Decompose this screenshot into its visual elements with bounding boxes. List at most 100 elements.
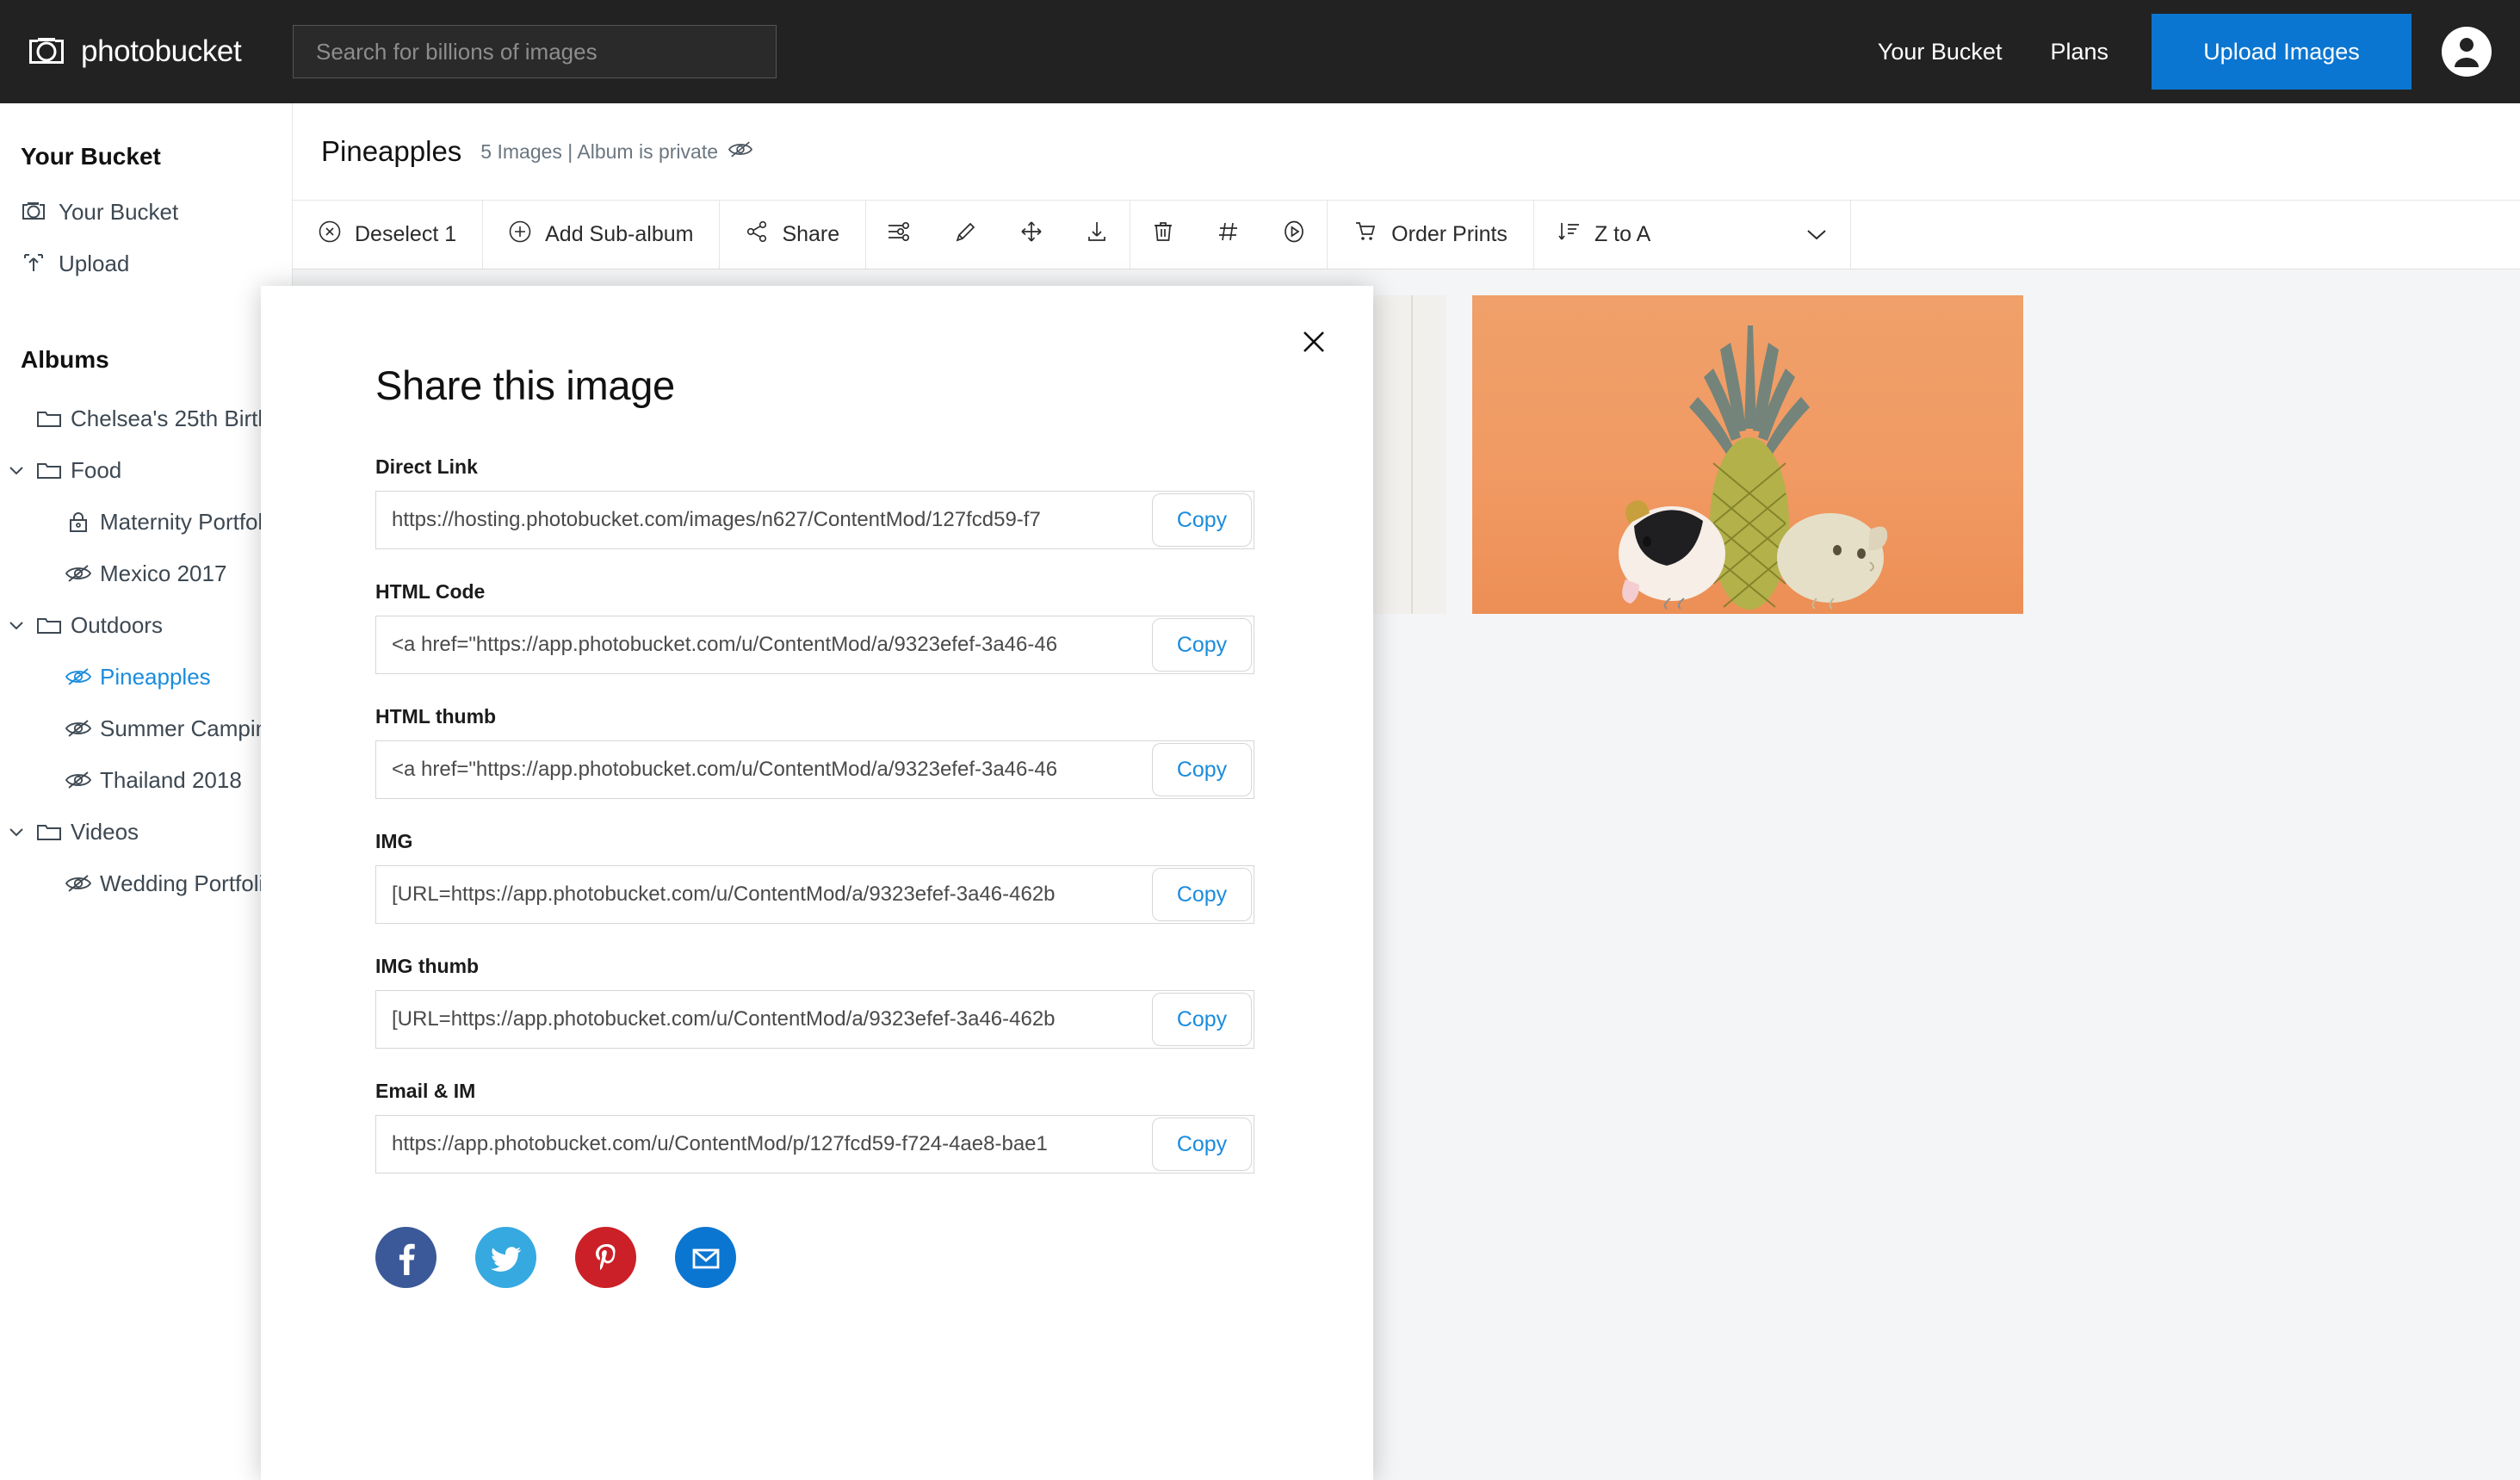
- eye-off-icon: [728, 140, 753, 164]
- sidebar-album-item[interactable]: Thailand 2018: [0, 754, 292, 806]
- copy-button[interactable]: Copy: [1152, 743, 1252, 796]
- move-button[interactable]: [999, 201, 1064, 269]
- tags-button[interactable]: [1196, 201, 1261, 269]
- circle-x-icon: [319, 220, 341, 249]
- copy-button[interactable]: Copy: [1152, 493, 1252, 547]
- share-field: IMG thumb Copy: [375, 955, 1263, 1049]
- eye-off-icon: [65, 767, 91, 793]
- photo-thumbnail[interactable]: [1472, 295, 2023, 614]
- toolbar-actions-group: [1130, 201, 1328, 269]
- sort-order-dropdown[interactable]: Z to A: [1534, 201, 1851, 269]
- close-icon[interactable]: [1296, 324, 1332, 360]
- album-meta: 5 Images | Album is private: [480, 140, 753, 164]
- share-button[interactable]: Share: [720, 201, 867, 269]
- user-avatar-icon: [2442, 27, 2492, 77]
- sidebar-album-item[interactable]: Chelsea's 25th Birth...: [0, 393, 292, 444]
- share-field-input[interactable]: [376, 991, 1254, 1048]
- share-field-box: Copy: [375, 990, 1254, 1049]
- share-field-label: IMG: [375, 830, 413, 852]
- folder-icon: [36, 612, 62, 638]
- modal-title: Share this image: [375, 362, 675, 408]
- upload-icon: [21, 251, 46, 276]
- email-share-icon[interactable]: [675, 1227, 736, 1288]
- chevron-down-icon[interactable]: [5, 619, 28, 631]
- sidebar-item-your-bucket[interactable]: Your Bucket: [0, 186, 292, 238]
- adjust-settings-button[interactable]: [866, 201, 933, 269]
- copy-button[interactable]: Copy: [1152, 618, 1252, 672]
- sidebar-album-item[interactable]: Wedding Portfolio: [0, 858, 292, 909]
- facebook-share-icon[interactable]: [375, 1227, 437, 1288]
- folder-icon: [36, 406, 62, 431]
- sidebar-album-label: Thailand 2018: [100, 766, 242, 793]
- share-field-input[interactable]: [376, 492, 1254, 548]
- deselect-button[interactable]: Deselect 1: [293, 201, 484, 269]
- copy-button[interactable]: Copy: [1152, 993, 1252, 1046]
- share-field-box: Copy: [375, 491, 1254, 549]
- search-container: [293, 25, 777, 78]
- sidebar-album-list: Chelsea's 25th Birth... Food Maternity Por…: [0, 393, 292, 909]
- sidebar-album-item[interactable]: Food: [0, 444, 292, 496]
- add-subalbum-button-label: Add Sub-album: [545, 222, 694, 246]
- nav-right-group: Your Bucket Plans Upload Images: [1854, 0, 2520, 103]
- sidebar-album-item[interactable]: Mexico 2017: [0, 548, 292, 599]
- share-field-input[interactable]: [376, 741, 1254, 798]
- album-toolbar: Deselect 1 Add Sub-album Share Order Pri…: [293, 201, 2520, 269]
- sidebar-album-item[interactable]: Summer Camping 2...: [0, 703, 292, 754]
- download-button[interactable]: [1064, 201, 1130, 269]
- shopping-cart-icon: [1353, 220, 1378, 250]
- slideshow-button[interactable]: [1261, 201, 1327, 269]
- folder-icon: [36, 819, 62, 845]
- sidebar-album-item[interactable]: Videos: [0, 806, 292, 858]
- sidebar-album-label: Chelsea's 25th Birth...: [71, 405, 289, 431]
- delete-button[interactable]: [1130, 201, 1196, 269]
- sidebar: Your Bucket Your Bucket Upload Albums Ch…: [0, 103, 293, 1480]
- edit-button[interactable]: [933, 201, 999, 269]
- share-field-input[interactable]: [376, 1116, 1254, 1173]
- copy-button[interactable]: Copy: [1152, 1118, 1252, 1171]
- twitter-share-icon[interactable]: [475, 1227, 536, 1288]
- pinterest-share-icon[interactable]: [575, 1227, 636, 1288]
- upload-images-button[interactable]: Upload Images: [2152, 14, 2412, 90]
- brand-logo[interactable]: photobucket: [26, 34, 284, 69]
- nav-link-your-bucket[interactable]: Your Bucket: [1854, 39, 2027, 65]
- toolbar-edit-group: [866, 201, 1131, 269]
- sidebar-item-upload[interactable]: Upload: [0, 238, 292, 289]
- eye-off-icon: [65, 560, 91, 586]
- move-icon: [1019, 220, 1043, 250]
- eye-off-icon: [65, 870, 91, 896]
- share-field-label: IMG thumb: [375, 955, 480, 977]
- deselect-button-label: Deselect 1: [355, 222, 457, 246]
- sliders-icon: [887, 220, 913, 249]
- sidebar-album-label: Mexico 2017: [100, 560, 227, 586]
- add-subalbum-button[interactable]: Add Sub-album: [483, 201, 721, 269]
- album-header: Pineapples 5 Images | Album is private: [293, 103, 2520, 201]
- search-input[interactable]: [293, 25, 777, 78]
- share-field-input[interactable]: [376, 616, 1254, 673]
- order-prints-button-label: Order Prints: [1391, 222, 1508, 246]
- thumbnail-image-3: [1472, 295, 2023, 614]
- sidebar-album-item[interactable]: Maternity Portfolio: [0, 496, 292, 548]
- top-navigation-bar: photobucket Your Bucket Plans Upload Ima…: [0, 0, 2520, 103]
- sidebar-item-label: Upload: [59, 250, 130, 276]
- order-prints-button[interactable]: Order Prints: [1328, 201, 1534, 269]
- sidebar-album-item[interactable]: Pineapples: [0, 651, 292, 703]
- copy-button[interactable]: Copy: [1152, 868, 1252, 921]
- slideshow-play-icon: [1282, 220, 1306, 250]
- sidebar-album-item[interactable]: Outdoors: [0, 599, 292, 651]
- share-field-label: Email & IM: [375, 1080, 476, 1102]
- share-field-label: Direct Link: [375, 455, 478, 478]
- page-title: Pineapples: [321, 135, 462, 167]
- chevron-down-icon[interactable]: [5, 464, 28, 476]
- brand-name: photobucket: [81, 34, 242, 68]
- sidebar-album-label: Videos: [71, 818, 139, 845]
- chevron-down-icon[interactable]: [5, 826, 28, 838]
- share-field: Direct Link Copy: [375, 455, 1263, 549]
- share-field-input[interactable]: [376, 866, 1254, 923]
- account-avatar-button[interactable]: [2441, 26, 2492, 77]
- share-field-label: HTML thumb: [375, 705, 497, 728]
- lock-icon: [65, 509, 91, 535]
- share-field-label: HTML Code: [375, 580, 486, 603]
- share-field: HTML thumb Copy: [375, 705, 1263, 799]
- nav-link-plans[interactable]: Plans: [2026, 39, 2133, 65]
- share-icon: [746, 220, 768, 249]
